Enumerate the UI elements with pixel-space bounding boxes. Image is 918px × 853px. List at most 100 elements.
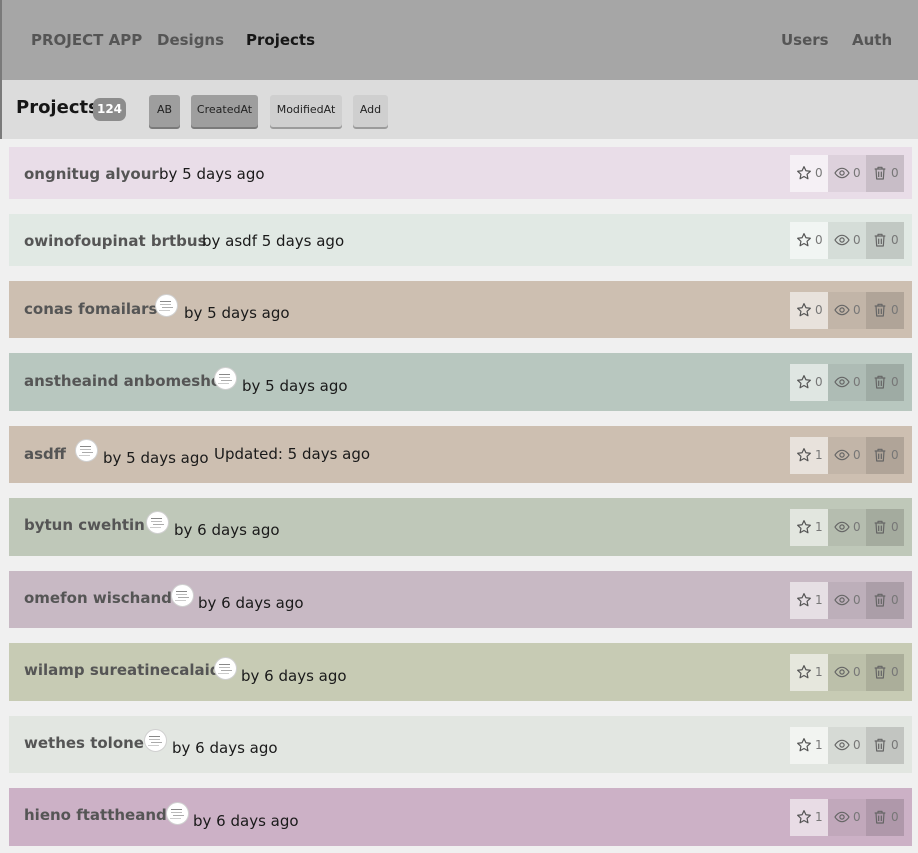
star-count: 1: [815, 665, 823, 679]
star-button[interactable]: 1: [790, 799, 828, 836]
project-row[interactable]: wilamp sureatinecalaid by 6 days ago 1 0 …: [9, 643, 912, 701]
view-count: 0: [853, 233, 861, 247]
project-row[interactable]: bytun cwehtin by 6 days ago 1 0 0: [9, 498, 912, 556]
trash-icon: [872, 519, 888, 535]
eye-icon: [834, 232, 850, 248]
project-author-date: by 6 days ago: [198, 594, 304, 612]
project-author-date: by 6 days ago: [241, 667, 347, 685]
star-button[interactable]: 0: [790, 364, 828, 401]
star-icon: [796, 302, 812, 318]
view-button[interactable]: 0: [828, 222, 866, 259]
star-count: 0: [815, 302, 823, 317]
delete-button[interactable]: 0: [866, 364, 904, 401]
star-button[interactable]: 1: [790, 726, 828, 764]
delete-count: 0: [891, 520, 899, 534]
eye-icon: [834, 592, 850, 608]
star-button[interactable]: 1: [790, 654, 828, 691]
trash-icon: [872, 302, 888, 318]
view-count: 0: [853, 302, 861, 317]
project-title[interactable]: wilamp sureatinecalaid: [24, 660, 220, 680]
project-row[interactable]: hieno ftattheand by 6 days ago 1 0 0: [9, 788, 912, 846]
eye-icon: [834, 809, 850, 825]
star-icon: [796, 737, 812, 753]
project-row[interactable]: owinofoupinat brtbus by asdf 5 days ago 0…: [9, 214, 912, 266]
user-avatar: [144, 729, 167, 752]
project-title[interactable]: ongnitug alyour: [24, 164, 159, 184]
project-title[interactable]: asdff: [24, 444, 66, 464]
nav-auth[interactable]: Auth: [852, 30, 892, 50]
view-button[interactable]: 0: [828, 436, 866, 474]
view-button[interactable]: 0: [828, 654, 866, 691]
star-button[interactable]: 0: [790, 155, 828, 192]
eye-icon: [834, 664, 850, 680]
project-author-date: by 6 days ago: [193, 812, 299, 830]
trash-icon: [872, 165, 888, 181]
nav-designs[interactable]: Designs: [157, 30, 224, 50]
project-row[interactable]: wethes tolone by 6 days ago 1 0 0: [9, 716, 912, 773]
project-title[interactable]: conas fomailars: [24, 299, 157, 319]
project-row[interactable]: conas fomailars by 5 days ago 0 0 0: [9, 281, 912, 338]
project-title[interactable]: omefon wischand: [24, 588, 172, 608]
delete-button[interactable]: 0: [866, 291, 904, 329]
delete-button[interactable]: 0: [866, 726, 904, 764]
star-count: 1: [815, 447, 823, 462]
project-title[interactable]: wethes tolone: [24, 733, 144, 753]
delete-button[interactable]: 0: [866, 799, 904, 836]
view-button[interactable]: 0: [828, 364, 866, 401]
delete-button[interactable]: 0: [866, 509, 904, 546]
sort-ab-button[interactable]: AB: [149, 95, 180, 127]
star-icon: [796, 447, 812, 463]
nav-projects[interactable]: Projects: [246, 30, 315, 50]
view-button[interactable]: 0: [828, 291, 866, 329]
project-title[interactable]: anstheaind anbomesho: [24, 371, 221, 391]
star-button[interactable]: 1: [790, 509, 828, 546]
project-title[interactable]: hieno ftattheand: [24, 805, 167, 825]
project-row[interactable]: anstheaind anbomesho by 5 days ago 0 0 0: [9, 353, 912, 411]
delete-button[interactable]: 0: [866, 654, 904, 691]
star-button[interactable]: 1: [790, 436, 828, 474]
project-title[interactable]: bytun cwehtin: [24, 515, 145, 535]
sort-modified-at-button[interactable]: ModifiedAt: [270, 95, 342, 127]
star-icon: [796, 519, 812, 535]
star-count: 1: [815, 520, 823, 534]
delete-button[interactable]: 0: [866, 436, 904, 474]
trash-icon: [872, 737, 888, 753]
delete-button[interactable]: 0: [866, 155, 904, 192]
add-project-button[interactable]: Add: [353, 95, 388, 127]
star-button[interactable]: 0: [790, 291, 828, 329]
delete-button[interactable]: 0: [866, 222, 904, 259]
user-avatar: [171, 584, 194, 607]
view-button[interactable]: 0: [828, 726, 866, 764]
sort-created-at-button[interactable]: CreatedAt: [191, 95, 258, 127]
eye-icon: [834, 447, 850, 463]
view-button[interactable]: 0: [828, 509, 866, 546]
view-count: 0: [853, 166, 861, 180]
nav-brand[interactable]: PROJECT APP: [31, 30, 142, 50]
view-count: 0: [853, 592, 861, 607]
star-count: 1: [815, 737, 823, 752]
nav-users[interactable]: Users: [781, 30, 829, 50]
view-button[interactable]: 0: [828, 581, 866, 619]
eye-icon: [834, 165, 850, 181]
project-row[interactable]: asdff by 5 days ago Updated: 5 days ago 1 …: [9, 426, 912, 483]
user-avatar: [166, 802, 189, 825]
view-count: 0: [853, 375, 861, 389]
eye-icon: [834, 374, 850, 390]
star-icon: [796, 232, 812, 248]
star-count: 1: [815, 592, 823, 607]
star-button[interactable]: 0: [790, 222, 828, 259]
star-count: 0: [815, 375, 823, 389]
delete-count: 0: [891, 302, 899, 317]
trash-icon: [872, 809, 888, 825]
delete-count: 0: [891, 665, 899, 679]
view-button[interactable]: 0: [828, 155, 866, 192]
project-row[interactable]: ongnitug alyour by 5 days ago 0 0 0: [9, 147, 912, 199]
star-icon: [796, 374, 812, 390]
view-button[interactable]: 0: [828, 799, 866, 836]
delete-button[interactable]: 0: [866, 581, 904, 619]
delete-count: 0: [891, 737, 899, 752]
project-row[interactable]: omefon wischand by 6 days ago 1 0 0: [9, 571, 912, 628]
project-title[interactable]: owinofoupinat brtbus: [24, 231, 207, 251]
star-icon: [796, 664, 812, 680]
star-button[interactable]: 1: [790, 581, 828, 619]
